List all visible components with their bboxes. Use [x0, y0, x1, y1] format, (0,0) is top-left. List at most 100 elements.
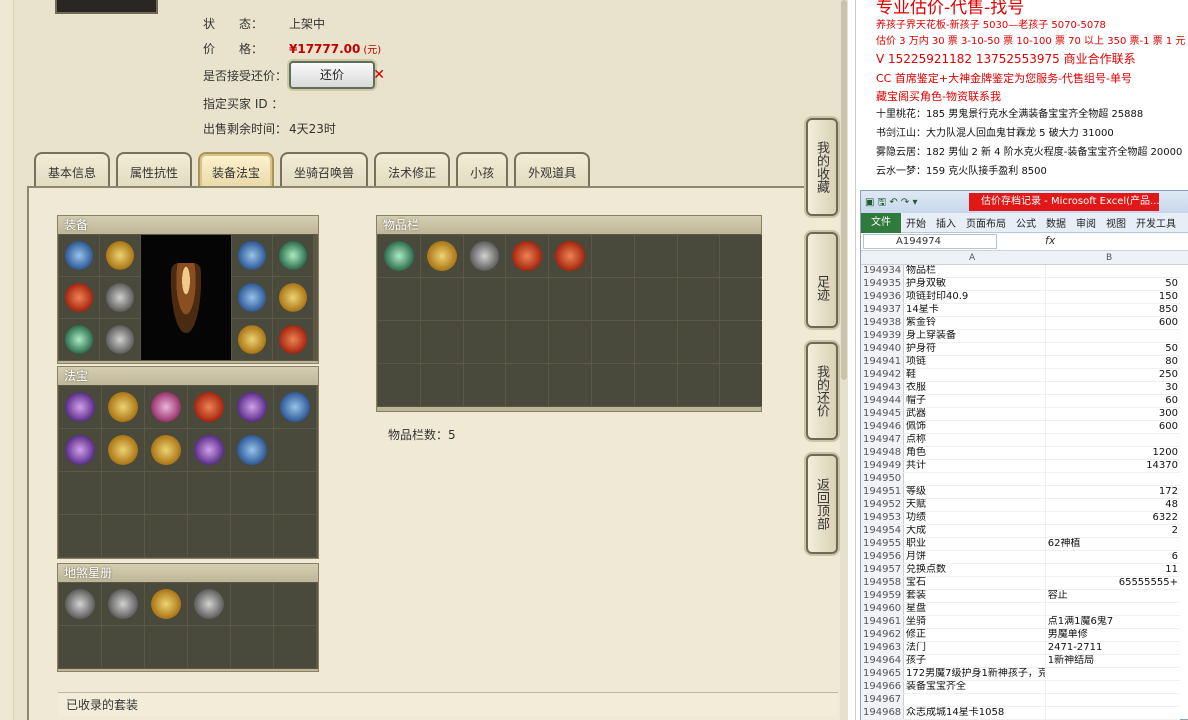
cell-a[interactable]: 修正	[903, 628, 1046, 643]
ribbon-tab[interactable]: 页面布局	[961, 215, 1011, 230]
ribbon-tab[interactable]: 开始	[901, 215, 931, 230]
name-box[interactable]: A194974	[863, 234, 997, 249]
cell-b[interactable]: 点1满1魔6鬼7	[1045, 615, 1180, 630]
star-card-slot[interactable]	[145, 583, 187, 625]
row-number[interactable]: 194935	[861, 277, 905, 292]
row-number[interactable]: 194965	[861, 667, 905, 682]
row-number[interactable]: 194948	[861, 446, 905, 461]
row-number[interactable]: 194963	[861, 641, 905, 656]
equip-slot[interactable]	[273, 235, 313, 276]
row-number[interactable]: 194936	[861, 290, 905, 305]
treasure-slot[interactable]	[102, 429, 144, 471]
cell-a[interactable]: 法门	[903, 641, 1046, 656]
cell-a[interactable]: 172男魔7级护身1新神孩子，克火抽，心境百万亲密	[903, 667, 1046, 682]
cell-b[interactable]	[1045, 265, 1180, 279]
cell-a[interactable]: 项链	[903, 355, 1046, 370]
equip-slot[interactable]	[59, 235, 99, 276]
row-number[interactable]: 194946	[861, 420, 905, 435]
cell-b[interactable]	[1045, 602, 1180, 617]
cell-b[interactable]: 容止	[1045, 589, 1180, 604]
cell-a[interactable]: 帽子	[903, 394, 1046, 409]
cell-a[interactable]: 众志成城14星卡1058	[903, 706, 1046, 720]
cell-a[interactable]: 武器	[903, 407, 1046, 422]
row-number[interactable]: 194953	[861, 511, 905, 526]
cell-a[interactable]: 紫金铃	[903, 316, 1046, 331]
ribbon-tab[interactable]: 插入	[931, 215, 961, 230]
inventory-slot[interactable]	[378, 235, 420, 277]
row-number[interactable]: 194960	[861, 602, 905, 617]
inventory-slot[interactable]	[506, 235, 549, 277]
row-number[interactable]: 194962	[861, 628, 905, 643]
row-number[interactable]: 194934	[861, 265, 905, 279]
cell-b[interactable]: 62神植	[1045, 537, 1180, 552]
column-header-a[interactable]: A	[969, 251, 975, 265]
ribbon-tab[interactable]: 开发工具	[1131, 215, 1181, 230]
cell-a[interactable]: 鞋	[903, 368, 1046, 383]
equip-slot[interactable]	[59, 319, 99, 360]
cell-b[interactable]: 2471-2711	[1045, 641, 1180, 656]
row-number[interactable]: 194967	[861, 693, 905, 708]
tab-attributes[interactable]: 属性抗性	[116, 152, 193, 188]
cell-a[interactable]: 职业	[903, 537, 1046, 552]
inventory-slot[interactable]	[549, 235, 591, 277]
row-number[interactable]: 194938	[861, 316, 905, 331]
cell-b[interactable]: 1200	[1045, 446, 1180, 461]
cell-b[interactable]	[1045, 472, 1180, 487]
cell-b[interactable]	[1045, 680, 1180, 695]
cell-b[interactable]	[1045, 706, 1180, 720]
row-number[interactable]: 194950	[861, 472, 905, 487]
cell-b[interactable]: 11	[1045, 563, 1180, 578]
equip-slot[interactable]	[232, 235, 272, 276]
fx-icon[interactable]: fx	[1045, 234, 1055, 247]
row-number[interactable]: 194947	[861, 433, 905, 448]
row-number[interactable]: 194937	[861, 303, 905, 318]
row-number[interactable]: 194940	[861, 342, 905, 357]
treasure-slot[interactable]	[59, 386, 101, 428]
cell-a[interactable]: 等级	[903, 485, 1046, 500]
cell-b[interactable]: 600	[1045, 420, 1180, 435]
cell-b[interactable]: 300	[1045, 407, 1180, 422]
row-number[interactable]: 194951	[861, 485, 905, 500]
cell-b[interactable]: 50	[1045, 342, 1180, 357]
cell-a[interactable]: 点称	[903, 433, 1046, 448]
row-number[interactable]: 194956	[861, 550, 905, 565]
cell-b[interactable]: 48	[1045, 498, 1180, 513]
quick-access-icons[interactable]: ▣ 🖫 ↶ ↷ ▾	[865, 195, 917, 212]
cell-b[interactable]	[1045, 433, 1180, 448]
cell-b[interactable]	[1045, 693, 1180, 708]
treasure-slot[interactable]	[59, 429, 101, 471]
cell-b[interactable]: 1新神结局	[1045, 654, 1180, 669]
ribbon-file-tab[interactable]: 文件	[861, 212, 901, 233]
cell-a[interactable]: 兑换点数	[903, 563, 1046, 578]
back-to-top-button[interactable]: 返回顶部	[806, 454, 838, 554]
ribbon-tab[interactable]: 公式	[1011, 215, 1041, 230]
row-number[interactable]: 194968	[861, 706, 905, 720]
treasure-slot[interactable]	[188, 429, 230, 471]
star-card-slot[interactable]	[59, 583, 101, 625]
row-number[interactable]: 194943	[861, 381, 905, 396]
equip-slot[interactable]	[100, 277, 140, 318]
equip-slot[interactable]	[232, 319, 272, 360]
tab-children[interactable]: 小孩	[456, 152, 509, 188]
tab-basic-info[interactable]: 基本信息	[34, 152, 111, 188]
treasure-slot[interactable]	[231, 429, 273, 471]
cell-a[interactable]: 坐骑	[903, 615, 1046, 630]
cell-a[interactable]: 佩饰	[903, 420, 1046, 435]
cell-b[interactable]: 600	[1045, 316, 1180, 331]
treasure-slot[interactable]	[231, 386, 273, 428]
cell-a[interactable]: 月饼	[903, 550, 1046, 565]
row-number[interactable]: 194958	[861, 576, 905, 591]
cell-a[interactable]: 共计	[903, 459, 1046, 474]
treasure-slot[interactable]	[274, 386, 316, 428]
character-thumbnail[interactable]	[55, 0, 158, 14]
inventory-slot[interactable]	[463, 235, 506, 277]
equip-slot[interactable]	[273, 319, 313, 360]
tab-mounts-pets[interactable]: 坐骑召唤兽	[280, 152, 369, 188]
cell-b[interactable]: 172	[1045, 485, 1180, 500]
cell-b[interactable]	[1045, 329, 1180, 344]
row-number[interactable]: 194959	[861, 589, 905, 604]
my-offers-button[interactable]: 我的还价	[806, 342, 838, 440]
cell-a[interactable]	[903, 472, 1046, 487]
row-number[interactable]: 194952	[861, 498, 905, 513]
row-number[interactable]: 194944	[861, 394, 905, 409]
